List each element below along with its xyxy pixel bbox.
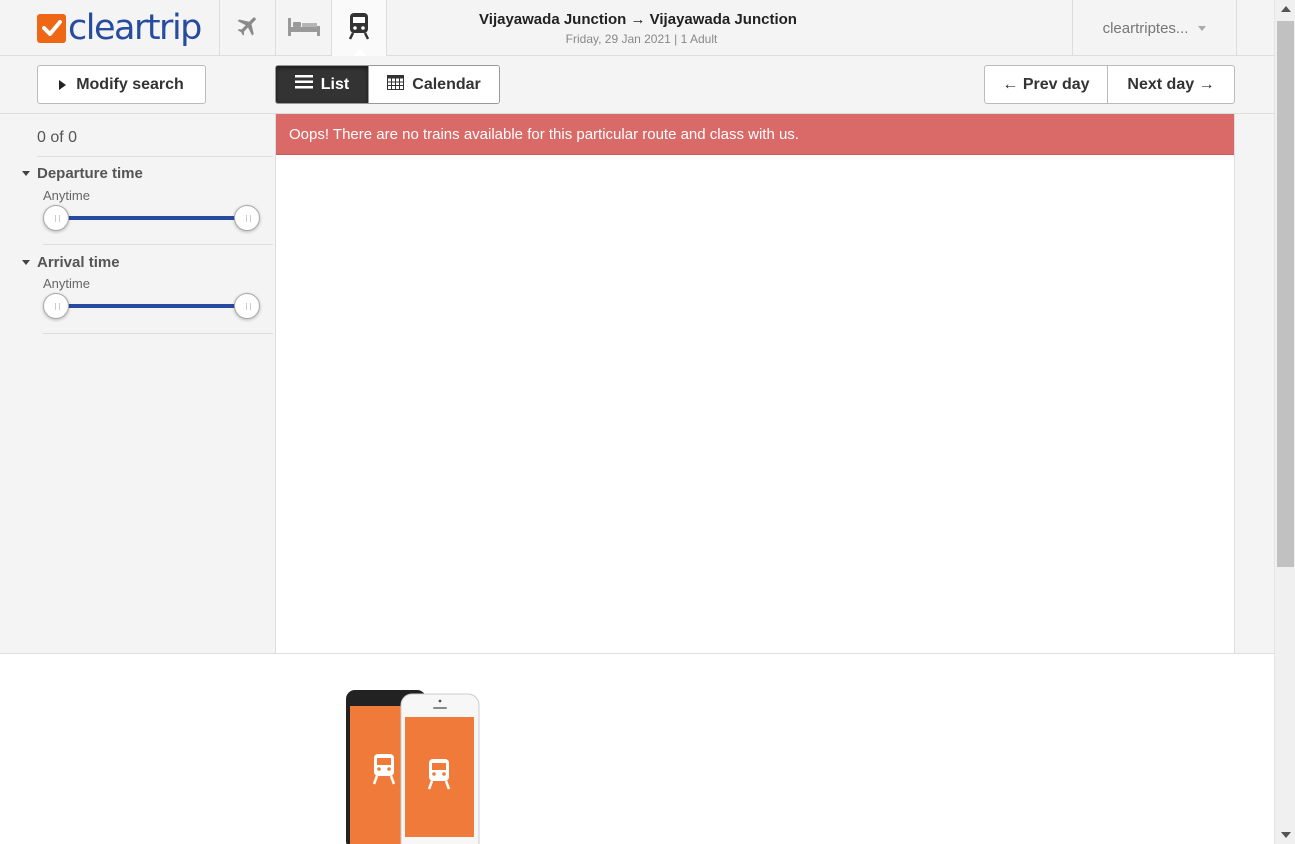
no-results-alert: Oops! There are no trains available for … bbox=[276, 114, 1234, 155]
tab-list[interactable]: List bbox=[276, 66, 368, 103]
chevron-down-icon bbox=[1198, 25, 1207, 31]
mode-hotels[interactable] bbox=[275, 0, 331, 56]
view-toggle: List Calendar bbox=[275, 65, 500, 104]
scroll-down-arrow-icon[interactable] bbox=[1281, 832, 1291, 838]
scrollbar-thumb[interactable] bbox=[1277, 21, 1294, 567]
slider-handle-max[interactable] bbox=[234, 293, 260, 319]
filter-arrival-value: Anytime bbox=[43, 276, 90, 291]
slider-handle-min[interactable] bbox=[43, 293, 69, 319]
filter-arrival-title: Arrival time bbox=[37, 254, 120, 271]
collapse-icon bbox=[22, 171, 30, 176]
day-navigation: ← Prev day Next day → bbox=[984, 65, 1235, 104]
vertical-scrollbar[interactable] bbox=[1274, 0, 1295, 844]
results-panel: Oops! There are no trains available for … bbox=[275, 114, 1235, 654]
result-count: 0 of 0 bbox=[37, 129, 78, 146]
mode-flights[interactable] bbox=[219, 0, 275, 56]
caret-right-icon bbox=[59, 79, 67, 90]
account-menu[interactable]: cleartriptes... bbox=[1072, 0, 1237, 56]
mode-trains[interactable] bbox=[331, 0, 387, 57]
mobile-app-promo-image bbox=[345, 690, 480, 844]
slider-track bbox=[55, 216, 248, 220]
arrival-time-slider[interactable] bbox=[43, 293, 260, 319]
filter-departure-value: Anytime bbox=[43, 188, 90, 203]
scroll-up-arrow-icon[interactable] bbox=[1281, 6, 1291, 12]
logo-text: cleartrip bbox=[68, 8, 202, 48]
collapse-icon bbox=[22, 260, 30, 265]
tab-calendar-label: Calendar bbox=[412, 75, 481, 93]
top-header: cleartrip Vijayawada Junction → Vijayawa… bbox=[0, 0, 1274, 57]
departure-time-slider[interactable] bbox=[43, 205, 260, 231]
checkmark-icon bbox=[37, 13, 66, 43]
route-subtitle: Friday, 29 Jan 2021 | 1 Adult bbox=[565, 32, 718, 46]
account-label: cleartriptes... bbox=[1102, 19, 1189, 37]
filter-arrival-header[interactable]: Arrival time bbox=[22, 254, 120, 271]
bed-icon bbox=[287, 15, 321, 42]
list-icon bbox=[294, 75, 313, 94]
next-day-button[interactable]: Next day → bbox=[1108, 66, 1234, 103]
modify-search-label: Modify search bbox=[76, 75, 184, 93]
route-title: Vijayawada Junction → Vijayawada Junctio… bbox=[479, 11, 797, 28]
calendar-icon bbox=[387, 74, 405, 95]
slider-track bbox=[55, 304, 248, 308]
filter-sidebar: 0 of 0 Departure time Anytime Arrival ti… bbox=[0, 114, 275, 653]
results-toolbar: Modify search List Calendar ← Prev day N… bbox=[0, 56, 1274, 114]
prev-day-button[interactable]: ← Prev day bbox=[985, 66, 1108, 103]
train-icon bbox=[348, 12, 370, 45]
tab-list-label: List bbox=[320, 75, 350, 93]
slider-handle-min[interactable] bbox=[43, 205, 69, 231]
tab-calendar[interactable]: Calendar bbox=[368, 66, 499, 103]
filter-departure-header[interactable]: Departure time bbox=[22, 165, 143, 182]
divider bbox=[43, 244, 273, 245]
airplane-icon bbox=[235, 13, 261, 44]
slider-handle-max[interactable] bbox=[234, 205, 260, 231]
modify-search-button[interactable]: Modify search bbox=[37, 65, 206, 104]
cleartrip-logo[interactable]: cleartrip bbox=[37, 8, 202, 48]
divider bbox=[37, 156, 273, 157]
divider bbox=[43, 333, 273, 334]
filter-departure-title: Departure time bbox=[37, 165, 143, 182]
footer bbox=[0, 653, 1274, 844]
